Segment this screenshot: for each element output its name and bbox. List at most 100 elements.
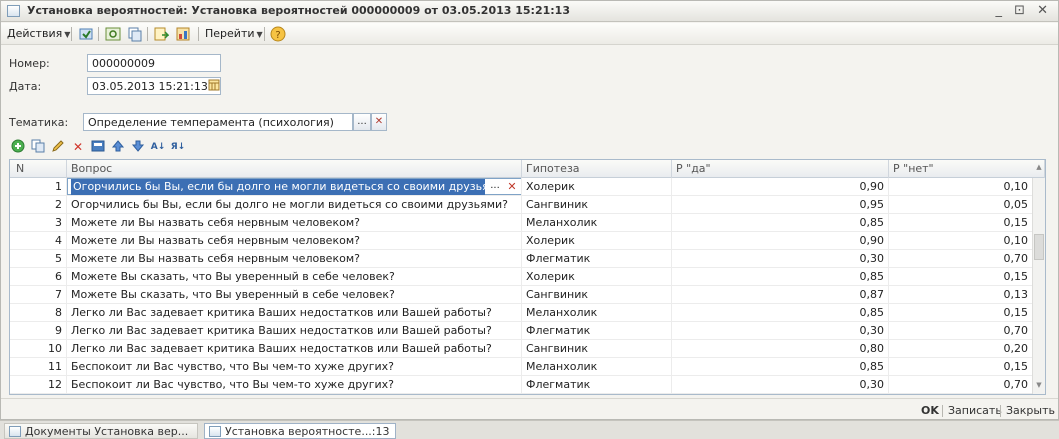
p-yes-cell[interactable]: 0,30 xyxy=(672,322,889,340)
goto-menu[interactable]: Перейти ▼ xyxy=(205,26,263,42)
date-field[interactable]: 03.05.2013 15:21:13 xyxy=(87,77,221,95)
add-row-icon[interactable] xyxy=(10,139,26,155)
sort-ascending-icon[interactable]: A↓ xyxy=(150,139,166,155)
p-yes-cell[interactable]: 0,85 xyxy=(672,268,889,286)
p-yes-cell[interactable]: 0,85 xyxy=(672,358,889,376)
question-clear-button[interactable]: ✕ xyxy=(504,179,520,195)
topic-clear-button[interactable]: ✕ xyxy=(371,113,387,131)
table-row[interactable]: 11 Беспокоит ли Вас чувство, что Вы чем-… xyxy=(10,358,1045,376)
table-row[interactable]: 10 Легко ли Вас задевает критика Ваших н… xyxy=(10,340,1045,358)
post-document-icon[interactable] xyxy=(78,26,94,42)
hypothesis-cell[interactable]: Холерик xyxy=(522,268,672,286)
p-no-cell[interactable]: 0,15 xyxy=(889,214,1045,232)
table-row[interactable]: 5 Можете ли Вы назвать себя нервным чело… xyxy=(10,250,1045,268)
hypothesis-cell[interactable]: Флегматик xyxy=(522,322,672,340)
topic-select-button[interactable]: ... xyxy=(353,113,371,131)
copy-row-icon[interactable] xyxy=(30,139,46,155)
question-edit-box[interactable]: Огорчились бы Вы, если бы долго не могли… xyxy=(67,178,521,195)
question-cell[interactable]: Можете Вы сказать, что Вы уверенный в се… xyxy=(67,286,522,304)
question-cell[interactable]: Можете ли Вы назвать себя нервным челове… xyxy=(67,250,522,268)
question-cell[interactable]: Легко ли Вас задевает критика Ваших недо… xyxy=(67,304,522,322)
scroll-down-icon[interactable]: ▼ xyxy=(1034,380,1044,391)
hypothesis-cell[interactable]: Меланхолик xyxy=(522,304,672,322)
column-header-p-no[interactable]: P "нет" xyxy=(889,160,1045,178)
table-row[interactable]: 6 Можете Вы сказать, что Вы уверенный в … xyxy=(10,268,1045,286)
table-row[interactable]: 12 Беспокоит ли Вас чувство, что Вы чем-… xyxy=(10,376,1045,394)
sort-descending-icon[interactable]: Я↓ xyxy=(170,139,186,155)
column-header-hypothesis[interactable]: Гипотеза xyxy=(522,160,672,178)
question-edit-text[interactable]: Огорчились бы Вы, если бы долго не могли… xyxy=(71,179,485,195)
question-cell[interactable]: Огорчились бы Вы, если бы долго не могли… xyxy=(67,196,522,214)
hypothesis-cell[interactable]: Сангвиник xyxy=(522,196,672,214)
taskbar-item-current-document[interactable]: Установка вероятносте...:13 xyxy=(204,423,396,439)
end-edit-icon[interactable] xyxy=(90,139,106,155)
move-icon[interactable] xyxy=(153,26,170,42)
p-no-cell[interactable]: 0,70 xyxy=(889,376,1045,394)
p-no-cell[interactable]: 0,13 xyxy=(889,286,1045,304)
table-row[interactable]: 4 Можете ли Вы назвать себя нервным чело… xyxy=(10,232,1045,250)
title-bar[interactable]: Установка вероятностей: Установка вероят… xyxy=(1,1,1058,22)
table-row[interactable]: 1 Огорчились бы Вы, если бы долго не мог… xyxy=(10,178,1045,196)
move-down-icon[interactable] xyxy=(130,139,146,155)
question-cell[interactable]: Можете ли Вы назвать себя нервным челове… xyxy=(67,232,522,250)
hypothesis-cell[interactable]: Холерик xyxy=(522,232,672,250)
hypothesis-cell[interactable]: Меланхолик xyxy=(522,358,672,376)
report-icon[interactable] xyxy=(175,26,191,42)
hypothesis-cell[interactable]: Сангвиник xyxy=(522,340,672,358)
question-cell[interactable]: Легко ли Вас задевает критика Ваших недо… xyxy=(67,340,522,358)
topic-field[interactable]: Определение темперамента (психология) xyxy=(83,113,353,131)
actions-menu[interactable]: Действия ▼ xyxy=(7,26,70,42)
hypothesis-cell[interactable]: Меланхолик xyxy=(522,214,672,232)
table-row[interactable]: 3 Можете ли Вы назвать себя нервным чело… xyxy=(10,214,1045,232)
p-yes-cell[interactable]: 0,30 xyxy=(672,250,889,268)
column-header-question[interactable]: Вопрос xyxy=(67,160,522,178)
p-yes-cell[interactable]: 0,90 xyxy=(672,178,889,196)
refresh-icon[interactable] xyxy=(105,26,121,42)
table-row[interactable]: 9 Легко ли Вас задевает критика Ваших не… xyxy=(10,322,1045,340)
table-row[interactable]: 8 Легко ли Вас задевает критика Ваших не… xyxy=(10,304,1045,322)
edit-row-icon[interactable] xyxy=(50,139,66,155)
move-up-icon[interactable] xyxy=(110,139,126,155)
p-no-cell[interactable]: 0,70 xyxy=(889,322,1045,340)
p-no-cell[interactable]: 0,10 xyxy=(889,178,1045,196)
scrollbar-thumb[interactable] xyxy=(1034,234,1044,260)
question-cell-editor[interactable]: Огорчились бы Вы, если бы долго не могли… xyxy=(67,178,522,196)
question-cell[interactable]: Беспокоит ли Вас чувство, что Вы чем-то … xyxy=(67,376,522,394)
close-button[interactable]: Закрыть xyxy=(1006,404,1055,417)
p-yes-cell[interactable]: 0,87 xyxy=(672,286,889,304)
p-no-cell[interactable]: 0,15 xyxy=(889,304,1045,322)
p-yes-cell[interactable]: 0,90 xyxy=(672,232,889,250)
column-header-n[interactable]: N xyxy=(10,160,67,178)
question-cell[interactable]: Легко ли Вас задевает критика Ваших недо… xyxy=(67,322,522,340)
ok-button[interactable]: OK xyxy=(921,404,939,417)
p-no-cell[interactable]: 0,10 xyxy=(889,232,1045,250)
question-select-button[interactable]: ... xyxy=(486,179,504,195)
p-no-cell[interactable]: 0,15 xyxy=(889,358,1045,376)
column-header-p-yes[interactable]: P "да" xyxy=(672,160,889,178)
hypothesis-cell[interactable]: Флегматик xyxy=(522,250,672,268)
window-controls[interactable]: _ ⊡ ✕ xyxy=(995,3,1052,18)
p-no-cell[interactable]: 0,15 xyxy=(889,268,1045,286)
table-row[interactable]: 2 Огорчились бы Вы, если бы долго не мог… xyxy=(10,196,1045,214)
p-yes-cell[interactable]: 0,85 xyxy=(672,214,889,232)
table-scrollbar[interactable]: ▲ ▼ xyxy=(1032,163,1045,394)
question-cell[interactable]: Беспокоит ли Вас чувство, что Вы чем-то … xyxy=(67,358,522,376)
p-no-cell[interactable]: 0,70 xyxy=(889,250,1045,268)
p-yes-cell[interactable]: 0,80 xyxy=(672,340,889,358)
hypothesis-cell[interactable]: Сангвиник xyxy=(522,286,672,304)
p-no-cell[interactable]: 0,20 xyxy=(889,340,1045,358)
scroll-up-icon[interactable]: ▲ xyxy=(1034,162,1044,173)
p-yes-cell[interactable]: 0,95 xyxy=(672,196,889,214)
p-yes-cell[interactable]: 0,30 xyxy=(672,376,889,394)
taskbar-item-documents[interactable]: Документы Установка вер... xyxy=(4,423,198,439)
help-icon[interactable]: ? xyxy=(270,26,286,42)
question-cell[interactable]: Можете ли Вы назвать себя нервным челове… xyxy=(67,214,522,232)
save-button[interactable]: Записать xyxy=(948,404,1002,417)
question-cell[interactable]: Можете Вы сказать, что Вы уверенный в се… xyxy=(67,268,522,286)
table-row[interactable]: 7 Можете Вы сказать, что Вы уверенный в … xyxy=(10,286,1045,304)
probabilities-table[interactable]: N Вопрос Гипотеза P "да" P "нет" 1 Огорч… xyxy=(9,159,1046,395)
p-yes-cell[interactable]: 0,85 xyxy=(672,304,889,322)
delete-row-icon[interactable]: ✕ xyxy=(70,139,86,155)
calendar-icon[interactable] xyxy=(206,77,221,95)
hypothesis-cell[interactable]: Флегматик xyxy=(522,376,672,394)
